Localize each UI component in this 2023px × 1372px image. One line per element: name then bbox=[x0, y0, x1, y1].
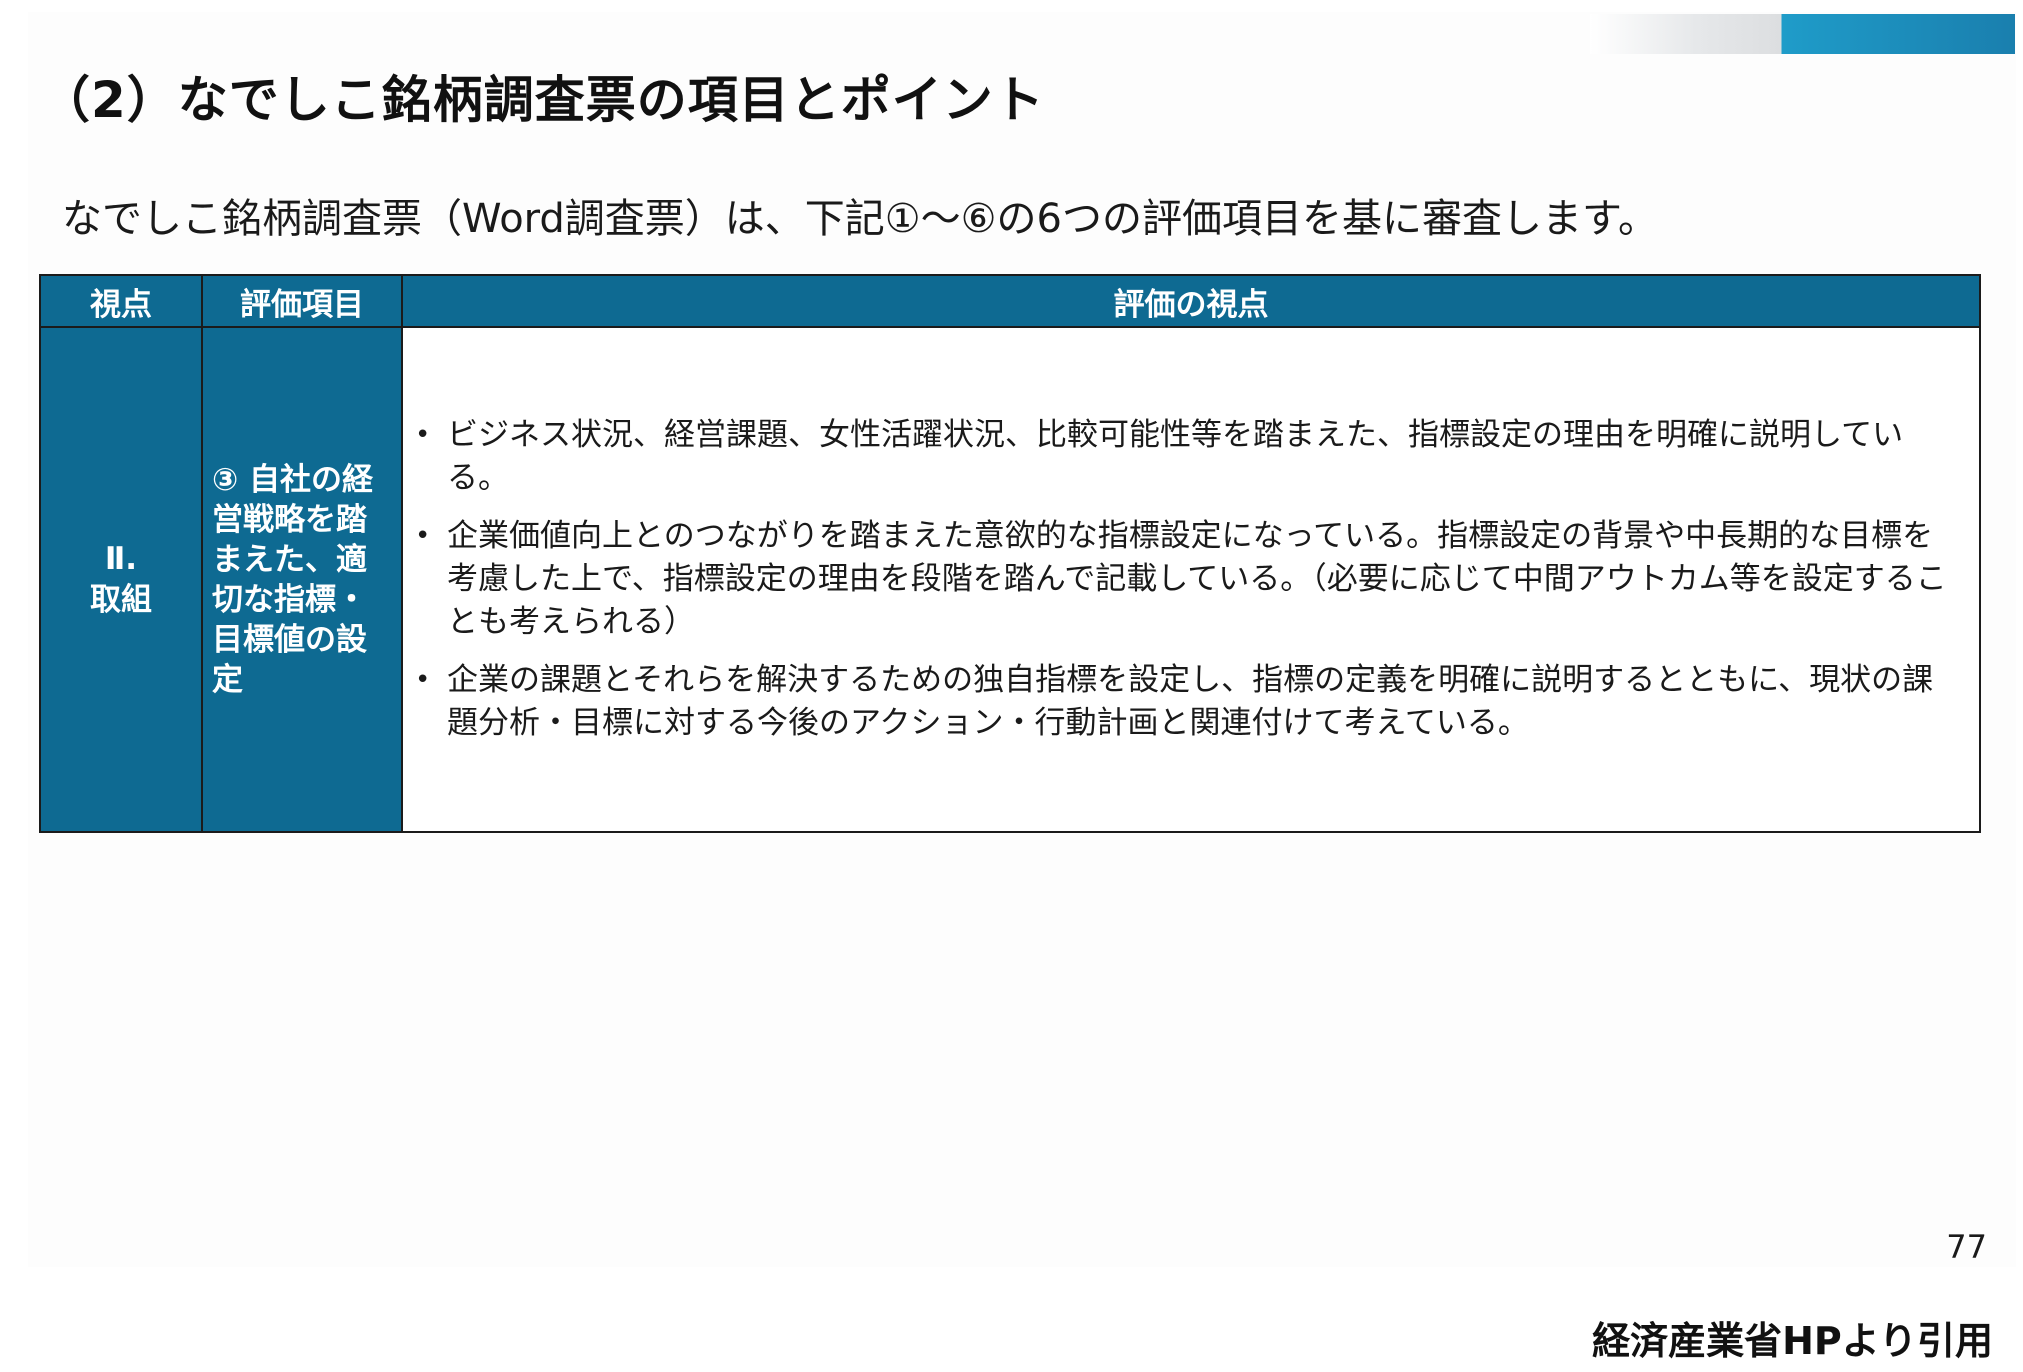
points-list: ビジネス状況、経営課題、女性活躍状況、比較可能性等を踏まえた、指標設定の理由を明… bbox=[413, 414, 1955, 745]
header-perspective: 視点 bbox=[39, 274, 203, 328]
list-item: 企業の課題とそれらを解決するための独自指標を設定し、指標の定義を明確に説明すると… bbox=[413, 659, 1955, 745]
header-evaluation-item: 評価項目 bbox=[201, 274, 403, 328]
perspective-number: Ⅱ. bbox=[104, 541, 138, 578]
list-item: ビジネス状況、経営課題、女性活躍状況、比較可能性等を踏まえた、指標設定の理由を明… bbox=[413, 414, 1955, 500]
header-accent-bar bbox=[1590, 14, 2015, 54]
cell-evaluation-item: ③ 自社の経営戦略を踏まえた、適切な指標・目標値の設定 bbox=[201, 326, 403, 833]
list-item: 企業価値向上とのつながりを踏まえた意欲的な指標設定になっている。指標設定の背景や… bbox=[413, 515, 1955, 644]
intro-text: なでしこ銘柄調査票（Word調査票）は、下記①～⑥の6つの評価項目を基に審査しま… bbox=[62, 196, 1658, 242]
header-evaluation-points: 評価の視点 bbox=[401, 274, 1981, 328]
table-header-row: 視点 評価項目 評価の視点 bbox=[39, 274, 1981, 328]
slide-title: （2）なでしこ銘柄調査票の項目とポイント bbox=[40, 71, 1045, 129]
perspective-label: 取組 bbox=[90, 581, 152, 618]
evaluation-table: 視点 評価項目 評価の視点 Ⅱ. 取組 ③ 自社の経営戦略を踏まえた、適切な指標… bbox=[39, 274, 1981, 833]
page-number: 77 bbox=[1946, 1228, 1987, 1266]
table-row: Ⅱ. 取組 ③ 自社の経営戦略を踏まえた、適切な指標・目標値の設定 ビジネス状況… bbox=[39, 326, 1981, 833]
source-citation: 経済産業省HPより引用 bbox=[1592, 1319, 1993, 1363]
cell-evaluation-points: ビジネス状況、経営課題、女性活躍状況、比較可能性等を踏まえた、指標設定の理由を明… bbox=[401, 326, 1981, 833]
cell-perspective: Ⅱ. 取組 bbox=[39, 326, 203, 833]
